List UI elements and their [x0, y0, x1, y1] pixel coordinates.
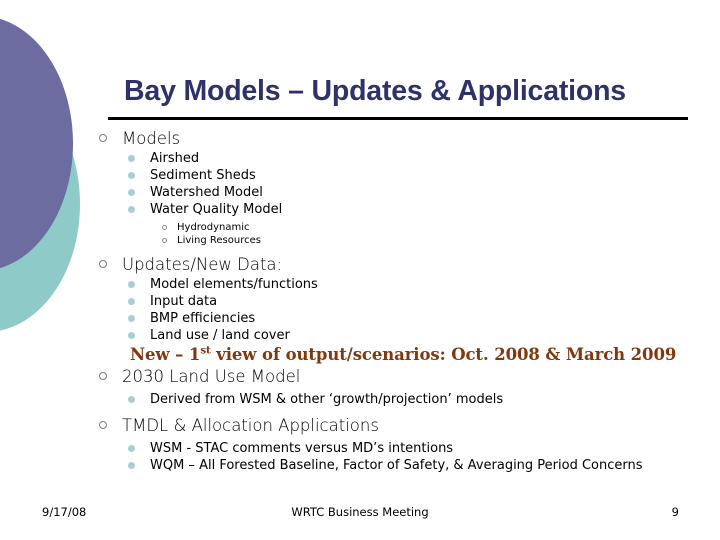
hollow-circle-bullet-icon — [99, 421, 107, 429]
highlight-prefix: New – 1 — [130, 345, 201, 364]
bullet-level2-label: Water Quality Model — [150, 202, 283, 217]
bullet-level2-land-use-land-cover: Land use / land cover — [0, 327, 720, 344]
hollow-circle-bullet-icon — [99, 134, 107, 142]
bullet-level3-living-resources: Living Resources — [0, 234, 720, 247]
bullet-level2-airshed: Airshed — [0, 150, 720, 167]
bullet-level2-label: Model elements/functions — [150, 277, 318, 292]
bullet-level2-label: Input data — [150, 294, 218, 309]
hollow-circle-bullet-icon — [162, 238, 167, 243]
bullet-level1-label: Updates/New Data: — [122, 255, 283, 274]
bullet-level2-wsm-stac-comments: WSM - STAC comments versus MD’s intentio… — [0, 440, 720, 457]
bullet-level2-model-elements: Model elements/functions — [0, 276, 720, 293]
bullet-level2-water-quality-model: Water Quality Model — [0, 201, 720, 218]
highlight-new-output-scenarios: New – 1st view of output/scenarios: Oct.… — [0, 344, 720, 366]
footer-page-number: 9 — [671, 505, 679, 519]
footer-meeting-title: WRTC Business Meeting — [291, 505, 429, 519]
slide-footer: 9/17/08 WRTC Business Meeting 9 — [0, 505, 720, 525]
bullet-level2-derived-from-wsm: Derived from WSM & other ‘growth/project… — [0, 391, 720, 408]
bullet-level1-label: TMDL & Allocation Applications — [122, 416, 379, 435]
dot-bullet-icon — [128, 298, 135, 305]
bullet-level2-label: Sediment Sheds — [150, 168, 256, 183]
dot-bullet-icon — [128, 206, 135, 213]
bullet-level3-hydrodynamic: Hydrodynamic — [0, 221, 720, 234]
dot-bullet-icon — [128, 445, 135, 452]
highlight-superscript: st — [200, 344, 211, 357]
dot-bullet-icon — [128, 281, 135, 288]
bullet-level2-sediment-sheds: Sediment Sheds — [0, 167, 720, 184]
slide-title: Bay Models – Updates & Applications — [124, 75, 626, 107]
bullet-level2-watershed-model: Watershed Model — [0, 184, 720, 201]
bullet-level3-label: Hydrodynamic — [177, 222, 250, 233]
bullet-level2-label: Watershed Model — [150, 185, 263, 200]
dot-bullet-icon — [128, 172, 135, 179]
bullet-level1-updates-new-data: Updates/New Data: — [0, 254, 720, 276]
dot-bullet-icon — [128, 315, 135, 322]
bullet-level2-input-data: Input data — [0, 293, 720, 310]
bullet-level3-label: Living Resources — [177, 235, 261, 246]
bullet-level2-label: WQM – All Forested Baseline, Factor of S… — [150, 458, 643, 473]
bullet-level1-models: Models — [0, 128, 720, 150]
bullet-level2-label: Airshed — [150, 151, 200, 166]
hollow-circle-bullet-icon — [99, 372, 107, 380]
bullet-level1-label: 2030 Land Use Model — [122, 367, 301, 386]
bullet-level2-label: BMP efficiencies — [150, 311, 256, 326]
bullet-level2-label: WSM - STAC comments versus MD’s intentio… — [150, 441, 454, 456]
bullet-level2-label: Derived from WSM & other ‘growth/project… — [150, 392, 504, 407]
bullet-level2-bmp-efficiencies: BMP efficiencies — [0, 310, 720, 327]
bullet-level1-tmdl-allocation-applications: TMDL & Allocation Applications — [0, 415, 720, 437]
title-underline-rule — [108, 117, 688, 120]
hollow-circle-bullet-icon — [162, 225, 167, 230]
dot-bullet-icon — [128, 396, 135, 403]
highlight-suffix: view of output/scenarios: Oct. 2008 & Ma… — [210, 345, 677, 364]
dot-bullet-icon — [128, 462, 135, 469]
bullet-level2-label: Land use / land cover — [150, 328, 290, 343]
bullet-level1-2030-land-use-model: 2030 Land Use Model — [0, 366, 720, 388]
dot-bullet-icon — [128, 189, 135, 196]
slide-canvas: Bay Models – Updates & Applications Mode… — [0, 0, 720, 540]
bullet-level2-wqm-forested-baseline: WQM – All Forested Baseline, Factor of S… — [0, 457, 720, 474]
dot-bullet-icon — [128, 332, 135, 339]
dot-bullet-icon — [128, 155, 135, 162]
hollow-circle-bullet-icon — [99, 260, 107, 268]
bullet-level1-label: Models — [122, 129, 181, 148]
slide-body: Models Airshed Sediment Sheds Watershed … — [0, 128, 720, 474]
